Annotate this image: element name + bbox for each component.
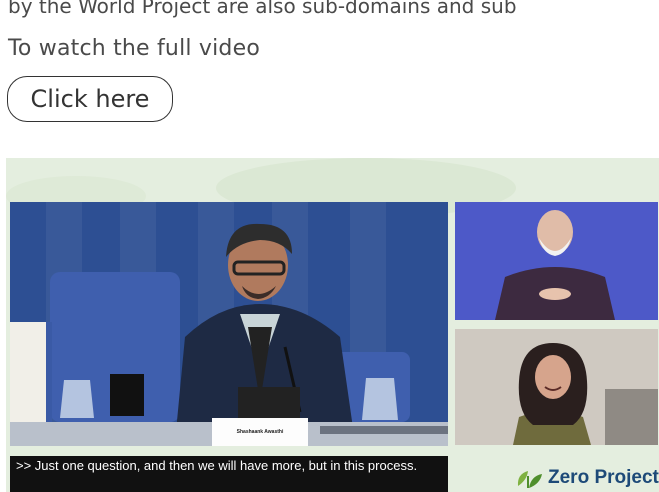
watch-video-label: To watch the full video bbox=[8, 36, 260, 61]
truncated-paragraph: by the World Project are also sub-domain… bbox=[8, 0, 517, 18]
leaf-icon bbox=[517, 471, 542, 488]
speaker-scene bbox=[10, 223, 448, 446]
main-speaker-feed: Shashaank Awasthi bbox=[10, 202, 448, 446]
speaker-nameplate: Shashaank Awasthi bbox=[212, 418, 308, 446]
participant-feed bbox=[455, 329, 658, 445]
video-caption: >> Just one question, and then we will h… bbox=[10, 456, 448, 492]
interpreter-figure bbox=[495, 210, 615, 320]
video-player[interactable]: Shashaank Awasthi >> Just one question, … bbox=[6, 158, 659, 492]
click-here-button[interactable]: Click here bbox=[7, 76, 173, 122]
interpreter-feed bbox=[455, 202, 658, 320]
participant-figure bbox=[455, 329, 658, 445]
zero-project-logo: Zero Project bbox=[514, 465, 659, 491]
logo-text: Zero Project bbox=[548, 467, 659, 488]
